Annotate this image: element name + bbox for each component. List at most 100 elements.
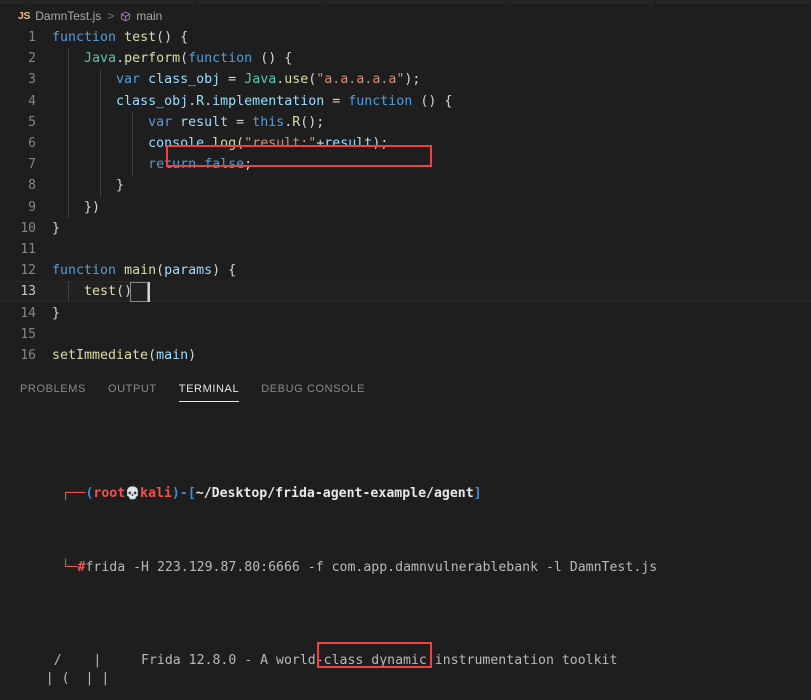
code-token: test <box>84 284 117 300</box>
code-text[interactable]: setImmediate(main) <box>52 348 196 363</box>
code-token: result <box>324 136 373 152</box>
bracket-match-highlight <box>130 282 148 302</box>
code-token: perform <box>124 51 181 67</box>
terminal-output[interactable]: ┌──(root💀kali)-[~/Desktop/frida-agent-ex… <box>0 402 811 687</box>
code-token: "a.a.a.a.a" <box>316 72 405 88</box>
code-token: ) <box>188 347 197 363</box>
code-token: "result:" <box>244 136 317 152</box>
panel-tab-bar[interactable]: PROBLEMS OUTPUT TERMINAL DEBUG CONSOLE <box>0 367 811 402</box>
code-text[interactable]: function main(params) { <box>52 263 236 278</box>
terminal-command-line: └─#frida -H 223.129.87.80:6666 -f com.ap… <box>14 540 811 575</box>
code-token: . <box>116 51 125 67</box>
tab-slot[interactable] <box>31 0 197 4</box>
prompt-close-paren: ) <box>171 486 180 502</box>
tab-slot[interactable] <box>327 0 507 4</box>
prompt-host: kali <box>140 486 172 502</box>
code-token: false <box>204 157 245 173</box>
code-token: = <box>228 114 253 130</box>
code-token: Java <box>244 72 277 88</box>
line-number: 5 <box>28 114 36 130</box>
code-text[interactable]: } <box>52 221 60 236</box>
panel-tab-terminal[interactable]: TERMINAL <box>178 383 240 402</box>
code-text[interactable]: }) <box>52 200 100 215</box>
code-token: test <box>124 30 157 46</box>
prompt-dash: - <box>179 486 188 502</box>
line-number: 8 <box>28 178 36 194</box>
breadcrumb: JS DamnTest.js > main <box>0 5 811 27</box>
code-text[interactable]: console.log("result:"+result); <box>52 136 388 151</box>
code-text[interactable]: return false; <box>52 157 252 172</box>
line-number: 7 <box>28 157 36 173</box>
breadcrumb-symbol-name[interactable]: main <box>136 9 162 23</box>
code-token: class_obj <box>116 93 189 109</box>
line-number: 4 <box>28 93 36 109</box>
panel-tab-output[interactable]: OUTPUT <box>108 383 157 402</box>
code-token: console <box>148 136 205 152</box>
panel-tab-debug-console[interactable]: DEBUG CONSOLE <box>261 383 365 402</box>
tab-slot[interactable] <box>0 0 31 4</box>
code-line[interactable]: 4 class_obj.R.implementation = function … <box>0 91 811 112</box>
code-line[interactable]: 3 var class_obj = Java.use("a.a.a.a.a"); <box>0 69 811 90</box>
breadcrumb-file-name[interactable]: DamnTest.js <box>35 9 101 23</box>
code-token: ( <box>180 51 189 67</box>
terminal-prompt-line-1: ┌──(root💀kali)-[~/Desktop/frida-agent-ex… <box>14 466 811 501</box>
tab-slot[interactable] <box>656 0 811 4</box>
code-token: ); <box>372 136 389 152</box>
code-token: ) { <box>212 263 237 279</box>
code-token: var <box>148 114 173 130</box>
code-token: use <box>284 72 309 88</box>
code-editor[interactable]: 1 function test() {2 Java.perform(functio… <box>0 27 811 367</box>
code-token: function <box>348 93 413 109</box>
code-token: () { <box>252 51 293 67</box>
code-token: function <box>52 263 117 279</box>
line-number: 6 <box>28 136 36 152</box>
panel-tab-problems[interactable]: PROBLEMS <box>20 383 86 402</box>
code-text[interactable]: test() <box>52 284 132 299</box>
code-token: ( <box>236 136 245 152</box>
code-token: ( <box>156 263 165 279</box>
line-number: 13 <box>20 284 36 300</box>
code-token: () { <box>156 30 189 46</box>
code-token: return <box>148 157 197 173</box>
line-number: 16 <box>20 347 36 363</box>
line-number: 9 <box>28 199 36 215</box>
code-token: this <box>252 114 285 130</box>
terminal-command: frida -H 223.129.87.80:6666 -f com.app.d… <box>85 559 658 575</box>
code-token: . <box>188 93 197 109</box>
tab-slot[interactable] <box>507 0 657 4</box>
code-text[interactable]: } <box>52 178 124 193</box>
code-token: = <box>324 93 349 109</box>
code-token: ( <box>148 347 157 363</box>
line-number: 14 <box>20 305 36 321</box>
cube-icon <box>120 11 131 22</box>
line-number: 1 <box>28 30 36 46</box>
code-text[interactable]: Java.perform(function () { <box>52 51 292 66</box>
tab-slot[interactable] <box>197 0 327 4</box>
code-token: (); <box>300 114 325 130</box>
code-text[interactable]: var result = this.R(); <box>52 115 324 130</box>
js-file-icon: JS <box>18 10 31 22</box>
code-text[interactable]: var class_obj = Java.use("a.a.a.a.a"); <box>52 72 420 87</box>
terminal-banner-line: | ( | | <box>14 671 110 687</box>
skull-icon: 💀 <box>125 486 141 501</box>
code-token: main <box>124 263 157 279</box>
line-number: 2 <box>28 51 36 67</box>
code-token: main <box>156 347 189 363</box>
code-token: ; <box>244 157 253 173</box>
code-token: R <box>196 93 205 109</box>
code-text[interactable]: class_obj.R.implementation = function ()… <box>52 94 452 109</box>
code-text[interactable]: function test() { <box>52 30 188 45</box>
code-token: result <box>180 114 229 130</box>
terminal-banner-line: / | Frida 12.8.0 - A world-class dynamic… <box>14 652 618 668</box>
code-token: Java <box>84 51 117 67</box>
bottom-panel[interactable]: PROBLEMS OUTPUT TERMINAL DEBUG CONSOLE ┌──(… <box>0 367 811 687</box>
code-text[interactable]: } <box>52 306 60 321</box>
